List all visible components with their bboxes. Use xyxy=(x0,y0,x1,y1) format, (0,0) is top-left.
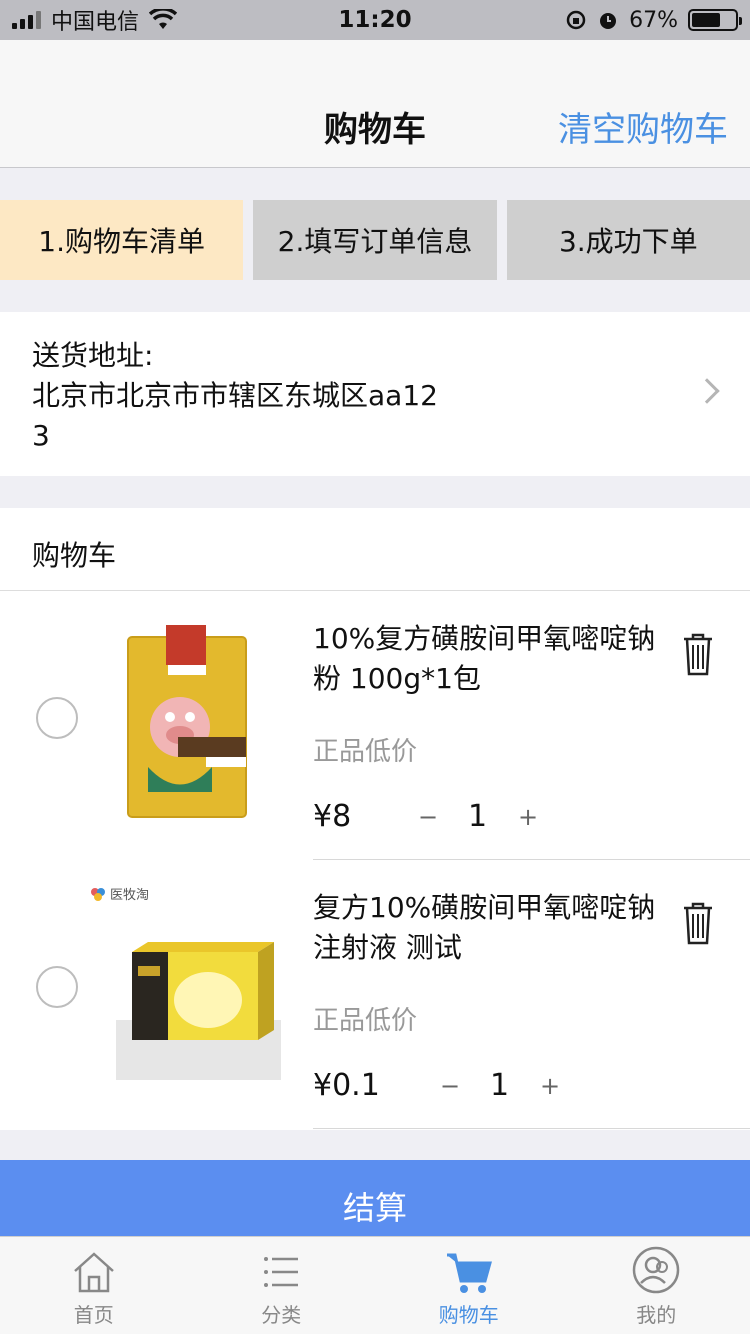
carrier: 中国电信 xyxy=(51,10,140,35)
step-cart-list: 1.购物车清单 xyxy=(0,200,244,280)
item-select-radio[interactable] xyxy=(36,966,78,1008)
brand-name: 医牧淘 xyxy=(110,888,150,903)
decrement-button[interactable]: − xyxy=(440,1072,490,1100)
step-order-info: 2.填写订单信息 xyxy=(253,200,497,280)
delivery-address[interactable]: 送货地址: 北京市北京市市辖区东城区aa123 xyxy=(0,312,750,476)
clear-cart-button[interactable]: 清空购物车 xyxy=(558,102,728,151)
wifi-icon xyxy=(149,9,178,29)
brand-logo: 医牧淘 xyxy=(90,884,149,903)
battery-percent: 67% xyxy=(629,7,678,33)
cart-section: 购物车 10%复方磺胺间甲氧嘧啶钠粉 100g*1包 正品低价 ¥8 − 1 +… xyxy=(0,508,750,1130)
user-icon xyxy=(633,1246,680,1294)
cart-icon xyxy=(446,1253,492,1293)
product-pouch-image xyxy=(127,625,247,818)
home-icon xyxy=(73,1252,114,1293)
alarm-icon xyxy=(600,13,617,29)
checkout-steps: 1.购物车清单 2.填写订单信息 3.成功下单 xyxy=(0,200,750,280)
tab-category[interactable]: 分类 xyxy=(188,1237,376,1334)
decrement-button[interactable]: − xyxy=(418,803,468,831)
cart-header: 购物车 xyxy=(0,508,750,591)
item-title: 复方10%磺胺间甲氧嘧啶钠注射液 测试 xyxy=(313,891,656,964)
tab-bar: 首页 分类 购物车 我的 xyxy=(0,1236,750,1334)
quantity-stepper: − 1 + xyxy=(440,1068,560,1103)
quantity-value: 1 xyxy=(490,1068,510,1103)
tab-cart[interactable]: 购物车 xyxy=(375,1237,563,1334)
item-price: ¥8 xyxy=(313,799,352,834)
tab-label: 我的 xyxy=(636,1303,677,1327)
quantity-stepper: − 1 + xyxy=(418,799,538,834)
address-value: 北京市北京市市辖区东城区aa123 xyxy=(32,379,438,452)
signal-icon xyxy=(12,11,41,29)
tab-profile[interactable]: 我的 xyxy=(563,1237,750,1334)
tab-label: 分类 xyxy=(261,1303,302,1327)
nav-bar: 购物车 清空购物车 xyxy=(0,40,750,168)
tab-label: 购物车 xyxy=(438,1303,499,1327)
address-label: 送货地址: xyxy=(32,339,154,372)
item-price: ¥0.1 xyxy=(313,1068,380,1103)
item-title: 10%复方磺胺间甲氧嘧啶钠粉 100g*1包 xyxy=(313,622,656,695)
tab-home[interactable]: 首页 xyxy=(0,1237,188,1334)
divider xyxy=(313,1128,750,1129)
quantity-value: 1 xyxy=(468,799,488,834)
item-select-radio[interactable] xyxy=(36,697,78,739)
clock: 11:20 xyxy=(338,7,412,33)
increment-button[interactable]: + xyxy=(540,1072,560,1100)
battery-icon xyxy=(688,9,742,31)
cart-item: 10%复方磺胺间甲氧嘧啶钠粉 100g*1包 正品低价 ¥8 − 1 + xyxy=(0,591,750,860)
trash-icon[interactable] xyxy=(680,900,716,946)
rotation-lock-icon xyxy=(566,10,586,30)
status-bar: 中国电信 11:20 67% xyxy=(0,0,750,40)
cart-item: 医牧淘 复方10%磺胺间甲氧嘧啶钠注射液 测试 正品低价 ¥0.1 − 1 + xyxy=(0,860,750,1129)
list-icon xyxy=(264,1257,299,1287)
product-box-image xyxy=(116,942,281,1080)
brand-icon xyxy=(91,887,105,901)
chevron-right-icon xyxy=(694,378,720,404)
trash-icon[interactable] xyxy=(680,631,716,677)
increment-button[interactable]: + xyxy=(518,803,538,831)
tab-label: 首页 xyxy=(73,1303,114,1327)
item-subtitle: 正品低价 xyxy=(313,1006,418,1036)
item-subtitle: 正品低价 xyxy=(313,737,418,767)
step-order-success: 3.成功下单 xyxy=(506,200,750,280)
